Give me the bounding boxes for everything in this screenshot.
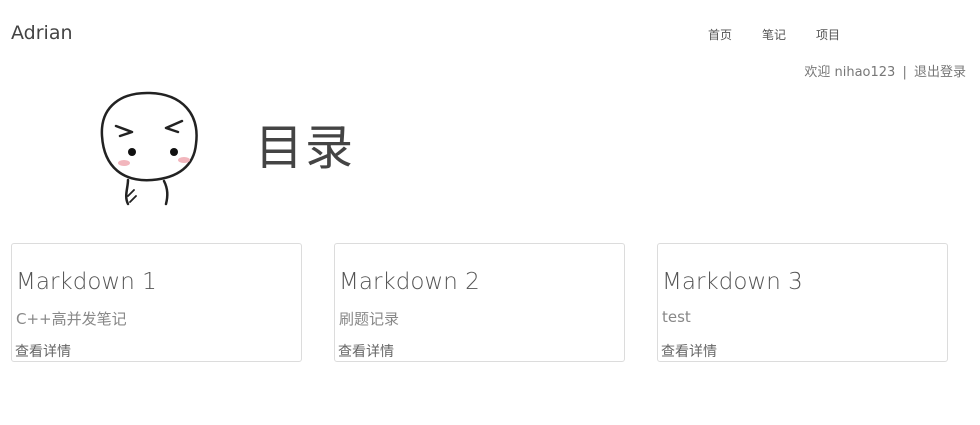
user-bar: 欢迎 nihao123 | 退出登录 xyxy=(804,61,966,80)
card-title: Markdown 2 xyxy=(339,269,480,295)
card-subtitle: 刷题记录 xyxy=(339,310,400,328)
view-details-link[interactable]: 查看详情 xyxy=(338,341,394,361)
logout-link[interactable]: 退出登录 xyxy=(914,65,966,80)
cartoon-face-icon xyxy=(100,91,198,206)
view-details-link[interactable]: 查看详情 xyxy=(661,341,717,361)
view-details-link[interactable]: 查看详情 xyxy=(15,341,71,361)
nav-home[interactable]: 首页 xyxy=(708,26,732,43)
card-subtitle: test xyxy=(662,308,691,326)
card-markdown-1[interactable]: Markdown 1 C++高并发笔记 查看详情 xyxy=(11,243,302,362)
brand-link[interactable]: Adrian xyxy=(11,22,73,44)
card-markdown-2[interactable]: Markdown 2 刷题记录 查看详情 xyxy=(334,243,625,362)
card-markdown-3[interactable]: Markdown 3 test 查看详情 xyxy=(657,243,948,362)
card-title: Markdown 3 xyxy=(662,269,803,295)
welcome-text: 欢迎 nihao123 xyxy=(804,65,896,80)
user-separator: | xyxy=(902,65,907,80)
card-subtitle: C++高并发笔记 xyxy=(16,310,127,328)
card-title: Markdown 1 xyxy=(16,269,157,295)
nav-notes[interactable]: 笔记 xyxy=(762,26,786,43)
top-nav: 首页 笔记 项目 xyxy=(708,26,870,43)
page-title: 目录 xyxy=(255,120,356,176)
nav-projects[interactable]: 项目 xyxy=(816,26,840,43)
